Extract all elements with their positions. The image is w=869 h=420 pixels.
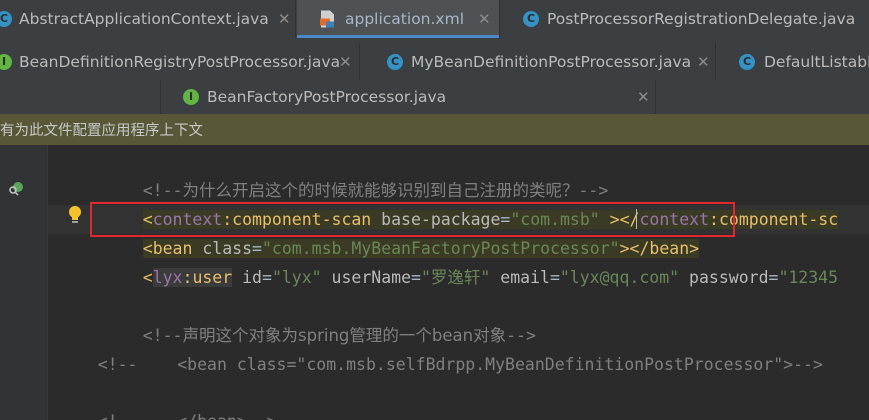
code-line-component-scan: <context:component-scan base-package="co… [142, 210, 839, 229]
code-line-lyx-user: <lyx:user id="lyx" userName="罗逸轩" email=… [142, 268, 839, 287]
lightbulb-icon[interactable] [67, 205, 83, 225]
class-icon: C [523, 11, 539, 27]
class-icon: C [0, 11, 12, 27]
close-tab-icon[interactable]: ✕ [339, 53, 352, 71]
class-icon: C [739, 53, 755, 70]
tab-default-listable[interactable]: C DefaultListable [717, 43, 869, 80]
tab-row-2: I BeanDefinitionRegistryPostProcessor.ja… [0, 43, 869, 80]
code-line-commented-bean: <!-- <bean class="com.msb.selfBdrpp.MyBe… [97, 355, 823, 374]
xml-file-icon [320, 10, 334, 28]
close-tab-icon[interactable]: ✕ [478, 10, 491, 28]
editor-tab-bar: C AbstractApplicationContext.java ✕ appl… [0, 0, 869, 114]
tab-bean-factory-post-processor[interactable]: I BeanFactoryPostProcessor.java ✕ [160, 80, 656, 114]
tab-post-processor-registration-delegate[interactable]: C PostProcessorRegistrationDelegate.java [501, 0, 869, 38]
notice-text: 有为此文件配置应用程序上下文 [0, 123, 203, 139]
code-line-comment-1: <!--为什么开启这个的时候就能够识别到自己注册的类呢？--> [142, 181, 609, 200]
close-tab-icon[interactable]: ✕ [278, 10, 291, 28]
red-highlight-box [90, 202, 735, 237]
tab-abstract-application-context[interactable]: C AbstractApplicationContext.java ✕ [0, 0, 296, 38]
tab-label: AbstractApplicationContext.java [19, 10, 269, 28]
close-tab-icon[interactable]: ✕ [697, 53, 710, 71]
tab-row-1: C AbstractApplicationContext.java ✕ appl… [0, 0, 869, 38]
tab-label: PostProcessorRegistrationDelegate.java [547, 10, 856, 28]
tab-my-bean-definition-post-processor[interactable]: C MyBeanDefinitionPostProcessor.java ✕ [361, 43, 716, 80]
tab-label: DefaultListable [764, 52, 869, 71]
tab-row-3: I BeanFactoryPostProcessor.java ✕ [0, 80, 869, 114]
tab-bean-definition-registry-post-processor[interactable]: I BeanDefinitionRegistryPostProcessor.ja… [0, 43, 360, 80]
class-icon: C [387, 53, 403, 70]
interface-icon: I [0, 53, 12, 70]
tab-label: BeanFactoryPostProcessor.java [207, 88, 447, 106]
close-tab-icon[interactable]: ✕ [637, 88, 650, 106]
code-line-commented-end-bean: <!-- </bean>--> [58, 378, 277, 420]
tab-label: MyBeanDefinitionPostProcessor.java [411, 52, 692, 71]
tab-application-xml[interactable]: application.xml ✕ [297, 0, 500, 38]
code-editor[interactable]: <!--为什么开启这个的时候就能够识别到自己注册的类呢？--> <context… [48, 145, 869, 420]
tab-label: application.xml [345, 10, 465, 28]
code-line-comment-2: <!--声明这个对象为spring管理的一个bean对象--> [142, 326, 536, 345]
spring-bean-gutter-icon[interactable] [7, 180, 25, 198]
application-context-notice[interactable]: 有为此文件配置应用程序上下文 [0, 114, 869, 145]
interface-icon: I [183, 89, 199, 105]
tab-label: BeanDefinitionRegistryPostProcessor.java [19, 52, 341, 71]
